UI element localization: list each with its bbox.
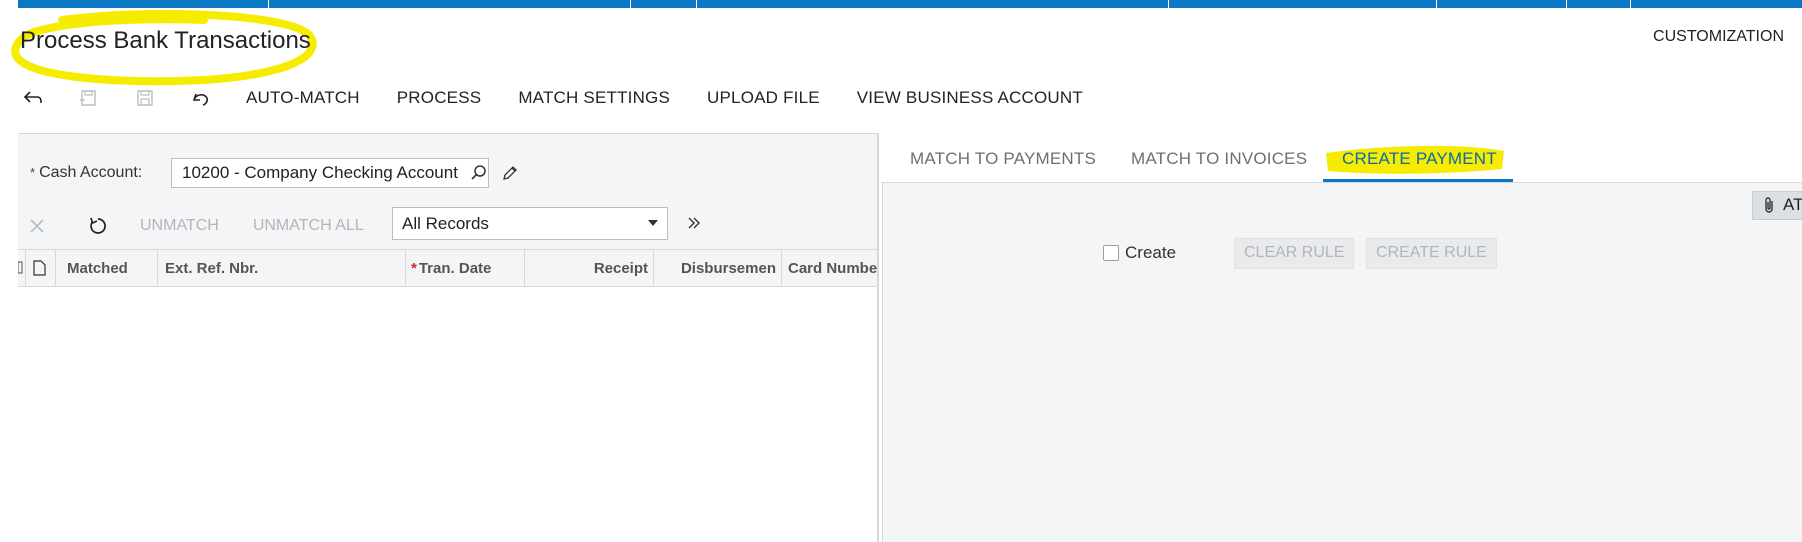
- tab-match-to-invoices[interactable]: MATCH TO INVOICES: [1131, 149, 1307, 169]
- row-selector-column[interactable]: [18, 250, 26, 287]
- top-nav-bar: [18, 0, 1802, 8]
- attach-button[interactable]: AT: [1752, 191, 1802, 220]
- cash-account-label: * Cash Account:: [30, 164, 142, 182]
- search-icon[interactable]: [470, 164, 488, 182]
- grid-toolbar: UNMATCH UNMATCH ALL: [18, 206, 364, 246]
- transactions-panel: * Cash Account: 10200 - Company Checking …: [18, 133, 878, 542]
- main-toolbar: AUTO-MATCH PROCESS MATCH SETTINGS UPLOAD…: [18, 82, 1120, 114]
- records-filter-select[interactable]: All Records: [392, 207, 668, 240]
- column-header-tran-date-text: Tran. Date: [418, 260, 492, 277]
- view-business-account-button[interactable]: VIEW BUSINESS ACCOUNT: [857, 88, 1083, 108]
- double-chevron-right-icon[interactable]: [685, 214, 703, 232]
- transactions-filter-area: * Cash Account: 10200 - Company Checking …: [18, 133, 878, 249]
- pencil-icon[interactable]: [501, 164, 519, 182]
- undo-icon[interactable]: [190, 87, 212, 109]
- close-icon[interactable]: [26, 215, 48, 237]
- unmatch-all-button[interactable]: UNMATCH ALL: [253, 217, 364, 235]
- create-rule-button[interactable]: CREATE RULE: [1366, 238, 1497, 269]
- create-checkbox-label: Create: [1125, 243, 1177, 262]
- nav-divider: [696, 0, 697, 8]
- process-button[interactable]: PROCESS: [397, 88, 482, 108]
- back-icon[interactable]: [22, 87, 44, 109]
- refresh-icon[interactable]: [87, 215, 109, 237]
- nav-divider: [1630, 0, 1631, 8]
- save-icon[interactable]: [134, 87, 156, 109]
- column-header-disbursement[interactable]: Disbursemen: [654, 250, 782, 287]
- paperclip-icon: [1762, 196, 1776, 214]
- upload-file-button[interactable]: UPLOAD FILE: [707, 88, 820, 108]
- cash-account-field[interactable]: 10200 - Company Checking Account: [171, 158, 489, 188]
- active-tab-indicator: [1323, 179, 1513, 182]
- create-checkbox[interactable]: [1103, 245, 1119, 261]
- file-icon[interactable]: [26, 250, 56, 287]
- column-header-tran-date[interactable]: * Tran. Date: [406, 250, 525, 287]
- nav-divider: [1168, 0, 1169, 8]
- chevron-down-icon: [648, 220, 658, 226]
- nav-divider: [1566, 0, 1567, 8]
- cash-account-label-text: Cash Account:: [39, 164, 143, 181]
- customization-menu[interactable]: CUSTOMIZATION: [1653, 28, 1784, 46]
- page-title: Process Bank Transactions: [20, 27, 311, 54]
- column-header-card-number[interactable]: Card Number: [782, 250, 878, 287]
- nav-divider: [630, 0, 631, 8]
- tab-match-to-payments[interactable]: MATCH TO PAYMENTS: [910, 149, 1096, 169]
- nav-divider: [268, 0, 269, 8]
- records-filter-value: All Records: [402, 214, 489, 233]
- panel-splitter[interactable]: [877, 133, 879, 542]
- auto-match-button[interactable]: AUTO-MATCH: [246, 88, 360, 108]
- tab-create-payment[interactable]: CREATE PAYMENT: [1342, 149, 1497, 169]
- match-settings-button[interactable]: MATCH SETTINGS: [518, 88, 670, 108]
- column-header-receipt[interactable]: Receipt: [525, 250, 654, 287]
- column-header-matched[interactable]: Matched: [56, 250, 158, 287]
- column-header-ext-ref-nbr[interactable]: Ext. Ref. Nbr.: [158, 250, 406, 287]
- unmatch-button[interactable]: UNMATCH: [140, 217, 219, 235]
- required-marker: *: [30, 165, 36, 180]
- nav-divider: [1436, 0, 1437, 8]
- create-payment-panel: [882, 183, 1802, 542]
- required-marker: *: [411, 260, 417, 277]
- clear-rule-button[interactable]: CLEAR RULE: [1234, 238, 1355, 269]
- save-close-icon[interactable]: [78, 87, 100, 109]
- transactions-grid-header: Matched Ext. Ref. Nbr. * Tran. Date Recei…: [18, 249, 878, 287]
